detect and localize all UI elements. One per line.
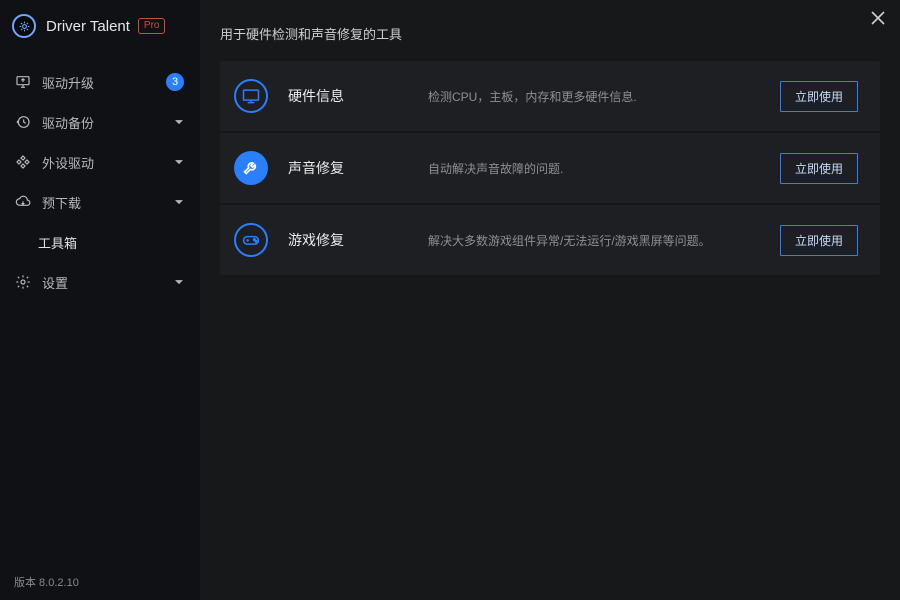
sidebar-item-settings[interactable]: 设置	[0, 262, 200, 302]
monitor-icon	[234, 79, 268, 113]
card-desc: 检测CPU，主板，内存和更多硬件信息.	[428, 88, 780, 105]
card-title: 硬件信息	[288, 86, 428, 106]
sidebar-item-label: 预下载	[42, 193, 174, 212]
tool-cards: 硬件信息 检测CPU，主板，内存和更多硬件信息. 立即使用 声音修复 自动解决声…	[220, 61, 880, 277]
clock-backup-icon	[14, 114, 32, 130]
app-logo-icon	[12, 14, 36, 38]
version-label: 版本 8.0.2.10	[14, 574, 79, 590]
brand: Driver Talent Pro	[0, 0, 200, 56]
close-button[interactable]	[866, 6, 890, 30]
use-now-button[interactable]: 立即使用	[780, 225, 858, 256]
sidebar-item-toolbox[interactable]: 工具箱	[0, 222, 200, 262]
chevron-down-icon	[174, 160, 184, 165]
sidebar-item-label: 驱动升级	[42, 73, 166, 92]
app-title: Driver Talent	[46, 18, 130, 35]
sidebar-item-predownload[interactable]: 预下载	[0, 182, 200, 222]
card-sound-repair: 声音修复 自动解决声音故障的问题. 立即使用	[220, 133, 880, 203]
sidebar-item-label: 外设驱动	[42, 153, 174, 172]
pro-badge: Pro	[138, 18, 166, 34]
peripheral-icon	[14, 154, 32, 170]
sidebar-item-driver-update[interactable]: 驱动升级 3	[0, 62, 200, 102]
sidebar-item-driver-backup[interactable]: 驱动备份	[0, 102, 200, 142]
card-title: 游戏修复	[288, 230, 428, 250]
main-content: 用于硬件检测和声音修复的工具 硬件信息 检测CPU，主板，内存和更多硬件信息. …	[200, 0, 900, 600]
wrench-icon	[234, 151, 268, 185]
sidebar-item-label: 工具箱	[38, 233, 184, 252]
card-desc: 解决大多数游戏组件异常/无法运行/游戏黑屏等问题。	[428, 232, 780, 249]
gamepad-icon	[234, 223, 268, 257]
monitor-up-icon	[14, 74, 32, 90]
card-hardware-info: 硬件信息 检测CPU，主板，内存和更多硬件信息. 立即使用	[220, 61, 880, 131]
use-now-button[interactable]: 立即使用	[780, 153, 858, 184]
sidebar-item-label: 设置	[42, 273, 174, 292]
chevron-down-icon	[174, 120, 184, 125]
update-count-badge: 3	[166, 73, 184, 91]
card-title: 声音修复	[288, 158, 428, 178]
sidebar-item-label: 驱动备份	[42, 113, 174, 132]
gear-icon	[14, 274, 32, 290]
cloud-download-icon	[14, 194, 32, 210]
card-desc: 自动解决声音故障的问题.	[428, 160, 780, 177]
use-now-button[interactable]: 立即使用	[780, 81, 858, 112]
sidebar: Driver Talent Pro 驱动升级 3	[0, 0, 200, 600]
sidebar-nav: 驱动升级 3 驱动备份	[0, 62, 200, 302]
chevron-down-icon	[174, 280, 184, 285]
page-title: 用于硬件检测和声音修复的工具	[220, 24, 880, 43]
sidebar-item-peripheral[interactable]: 外设驱动	[0, 142, 200, 182]
card-game-repair: 游戏修复 解决大多数游戏组件异常/无法运行/游戏黑屏等问题。 立即使用	[220, 205, 880, 275]
chevron-down-icon	[174, 200, 184, 205]
